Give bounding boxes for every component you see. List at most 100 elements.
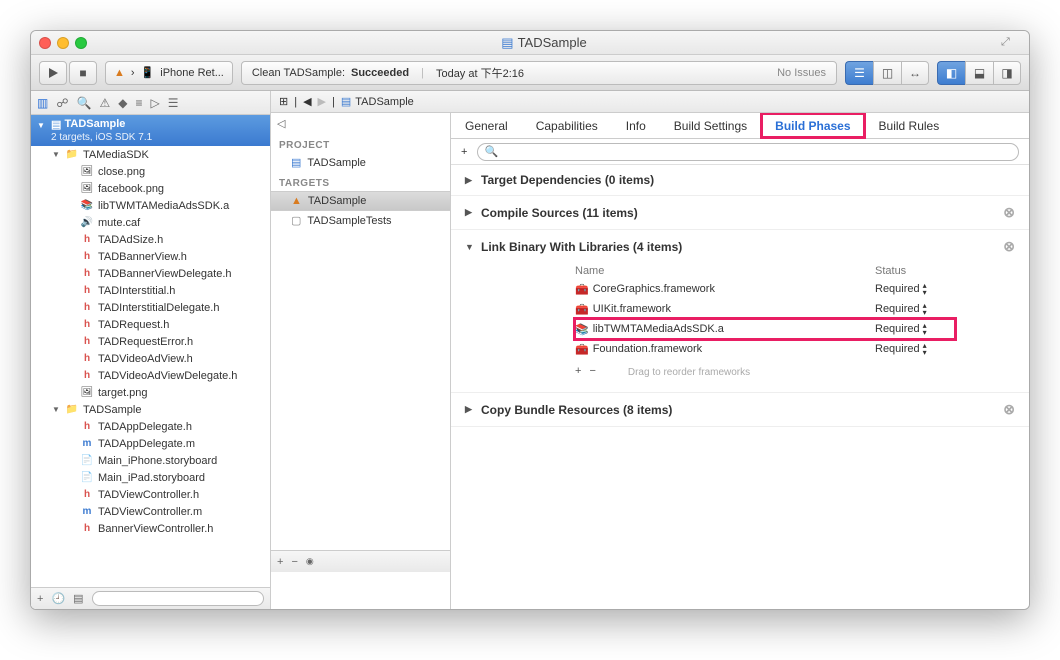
file-row[interactable]: 🖼facebook.png <box>31 180 270 197</box>
library-status: Required <box>875 303 920 315</box>
file-row[interactable]: hBannerViewController.h <box>31 520 270 537</box>
tab-info[interactable]: Info <box>612 113 660 138</box>
file-icon: h <box>80 370 94 381</box>
library-row[interactable]: 📚libTWMTAMediaAdsSDK.aRequired▴▾ <box>575 319 955 339</box>
col-name: Name <box>575 265 875 277</box>
project-root[interactable]: ▤ TADSample 2 targets, iOS SDK 7.1 <box>31 115 270 146</box>
project-tree[interactable]: ▤ TADSample 2 targets, iOS SDK 7.1 ▼📁TAM… <box>31 115 270 587</box>
status-issues: No Issues <box>777 67 826 79</box>
phase-search[interactable]: 🔍 <box>477 143 1019 161</box>
related-icon[interactable]: ⊞ <box>279 95 288 108</box>
file-row[interactable]: 📚libTWMTAMediaAdsSDK.a <box>31 197 270 214</box>
file-icon: m <box>80 506 94 517</box>
status-stepper-icon[interactable]: ▴▾ <box>923 342 927 356</box>
fullscreen-icon[interactable]: ⤢ <box>1001 36 1021 49</box>
file-row[interactable]: hTADViewController.h <box>31 486 270 503</box>
filter-search[interactable] <box>92 591 264 606</box>
add-button[interactable]: + <box>37 593 43 605</box>
file-row[interactable]: m TADViewController.m <box>31 503 270 520</box>
close-window-button[interactable] <box>39 37 51 49</box>
project-item[interactable]: ▤TADSample <box>271 153 450 172</box>
status-stepper-icon[interactable]: ▴▾ <box>923 282 927 296</box>
phase-target-dependencies[interactable]: ▶Target Dependencies (0 items) <box>451 165 1029 196</box>
tab-build-rules[interactable]: Build Rules <box>865 113 954 138</box>
file-label: TADViewController.m <box>98 506 202 518</box>
file-row[interactable]: hTADAppDelegate.h <box>31 418 270 435</box>
tab-build-phases[interactable]: Build Phases <box>761 113 864 138</box>
activity-view[interactable]: Clean TADSample: Succeeded | Today at 下午… <box>241 61 837 85</box>
assistant-editor-button[interactable]: ◫ <box>873 61 901 85</box>
library-row[interactable]: 🧰UIKit.frameworkRequired▴▾ <box>575 299 955 319</box>
file-row[interactable]: 📄Main_iPhone.storyboard <box>31 452 270 469</box>
back-button[interactable]: ◀ <box>303 95 311 108</box>
test-navigator-icon[interactable]: ◆ <box>118 96 127 110</box>
phase-copy-bundle[interactable]: ▶Copy Bundle Resources (8 items)⊗ <box>451 393 1029 427</box>
library-status: Required <box>875 323 920 335</box>
col-status: Status <box>875 265 955 277</box>
delete-phase-icon[interactable]: ⊗ <box>1003 204 1015 221</box>
file-row[interactable]: 🖼close.png <box>31 163 270 180</box>
file-row[interactable]: 📄Main_iPad.storyboard <box>31 469 270 486</box>
target-item[interactable]: ▢TADSampleTests <box>271 211 450 230</box>
issue-navigator-icon[interactable]: ⚠ <box>99 96 110 110</box>
zoom-window-button[interactable] <box>75 37 87 49</box>
add-target-button[interactable]: + <box>277 556 283 568</box>
filter-icon[interactable]: ▤ <box>73 592 83 605</box>
left-panel-button[interactable]: ◧ <box>937 61 965 85</box>
window-title: ▤ TADSample <box>87 35 1001 51</box>
jump-bar[interactable]: ⊞ | ◀ ▶ | ▤TADSample <box>271 91 1029 113</box>
file-icon: h <box>80 489 94 500</box>
version-editor-button[interactable]: ↔ <box>901 61 929 85</box>
file-row[interactable]: 🔊mute.caf <box>31 214 270 231</box>
file-row[interactable]: hTADInterstitialDelegate.h <box>31 299 270 316</box>
project-name: TADSample <box>64 118 125 130</box>
symbol-navigator-icon[interactable]: ☍ <box>56 96 68 110</box>
folder-row[interactable]: ▼📁TADSample <box>31 401 270 418</box>
phase-header[interactable]: ▼Link Binary With Libraries (4 items)⊗ <box>465 238 1015 255</box>
recent-icon[interactable]: 🕘 <box>51 592 65 605</box>
file-icon: h <box>80 523 94 534</box>
folder-row[interactable]: ▼📁TAMediaSDK <box>31 146 270 163</box>
library-row[interactable]: 🧰Foundation.frameworkRequired▴▾ <box>575 339 955 359</box>
file-row[interactable]: hTADAdSize.h <box>31 231 270 248</box>
right-panel-button[interactable]: ◨ <box>993 61 1021 85</box>
minimize-window-button[interactable] <box>57 37 69 49</box>
scheme-selector[interactable]: ▲› 📱 iPhone Ret... <box>105 61 233 85</box>
remove-target-button[interactable]: − <box>291 556 297 568</box>
file-row[interactable]: hTADRequest.h <box>31 316 270 333</box>
delete-phase-icon[interactable]: ⊗ <box>1003 238 1015 255</box>
file-row[interactable]: hTADRequestError.h <box>31 333 270 350</box>
phase-compile-sources[interactable]: ▶Compile Sources (11 items)⊗ <box>451 196 1029 230</box>
target-item-selected[interactable]: ▲TADSample <box>271 191 450 211</box>
project-navigator-icon[interactable]: ▥ <box>37 96 48 110</box>
delete-phase-icon[interactable]: ⊗ <box>1003 401 1015 418</box>
file-row[interactable]: hTADVideoAdViewDelegate.h <box>31 367 270 384</box>
file-row[interactable]: hTADBannerViewDelegate.h <box>31 265 270 282</box>
log-navigator-icon[interactable]: ☰ <box>168 96 179 110</box>
library-row[interactable]: 🧰CoreGraphics.frameworkRequired▴▾ <box>575 279 955 299</box>
file-row[interactable]: 🖼target.png <box>31 384 270 401</box>
tab-capabilities[interactable]: Capabilities <box>522 113 612 138</box>
library-status: Required <box>875 343 920 355</box>
hide-targets-button[interactable]: ◁ <box>271 113 450 134</box>
add-library-button[interactable]: + <box>575 365 581 377</box>
run-button[interactable] <box>39 61 67 85</box>
file-row[interactable]: hTADBannerView.h <box>31 248 270 265</box>
stop-button[interactable]: ■ <box>69 61 97 85</box>
remove-library-button[interactable]: − <box>589 365 595 377</box>
find-navigator-icon[interactable]: 🔍 <box>77 96 92 110</box>
file-row[interactable]: hTADInterstitial.h <box>31 282 270 299</box>
forward-button[interactable]: ▶ <box>318 95 326 108</box>
status-stepper-icon[interactable]: ▴▾ <box>923 302 927 316</box>
add-phase-button[interactable]: + <box>461 146 467 158</box>
file-row[interactable]: hTADVideoAdView.h <box>31 350 270 367</box>
breakpoint-navigator-icon[interactable]: ▷ <box>150 96 159 110</box>
status-stepper-icon[interactable]: ▴▾ <box>923 322 927 336</box>
tab-build-settings[interactable]: Build Settings <box>660 113 761 138</box>
standard-editor-button[interactable]: ☰ <box>845 61 873 85</box>
bottom-panel-button[interactable]: ⬓ <box>965 61 993 85</box>
target-filter-icon[interactable]: ◉ <box>306 556 314 567</box>
tab-general[interactable]: General <box>451 113 522 138</box>
debug-navigator-icon[interactable]: ≡ <box>135 96 142 110</box>
file-row[interactable]: mTADAppDelegate.m <box>31 435 270 452</box>
